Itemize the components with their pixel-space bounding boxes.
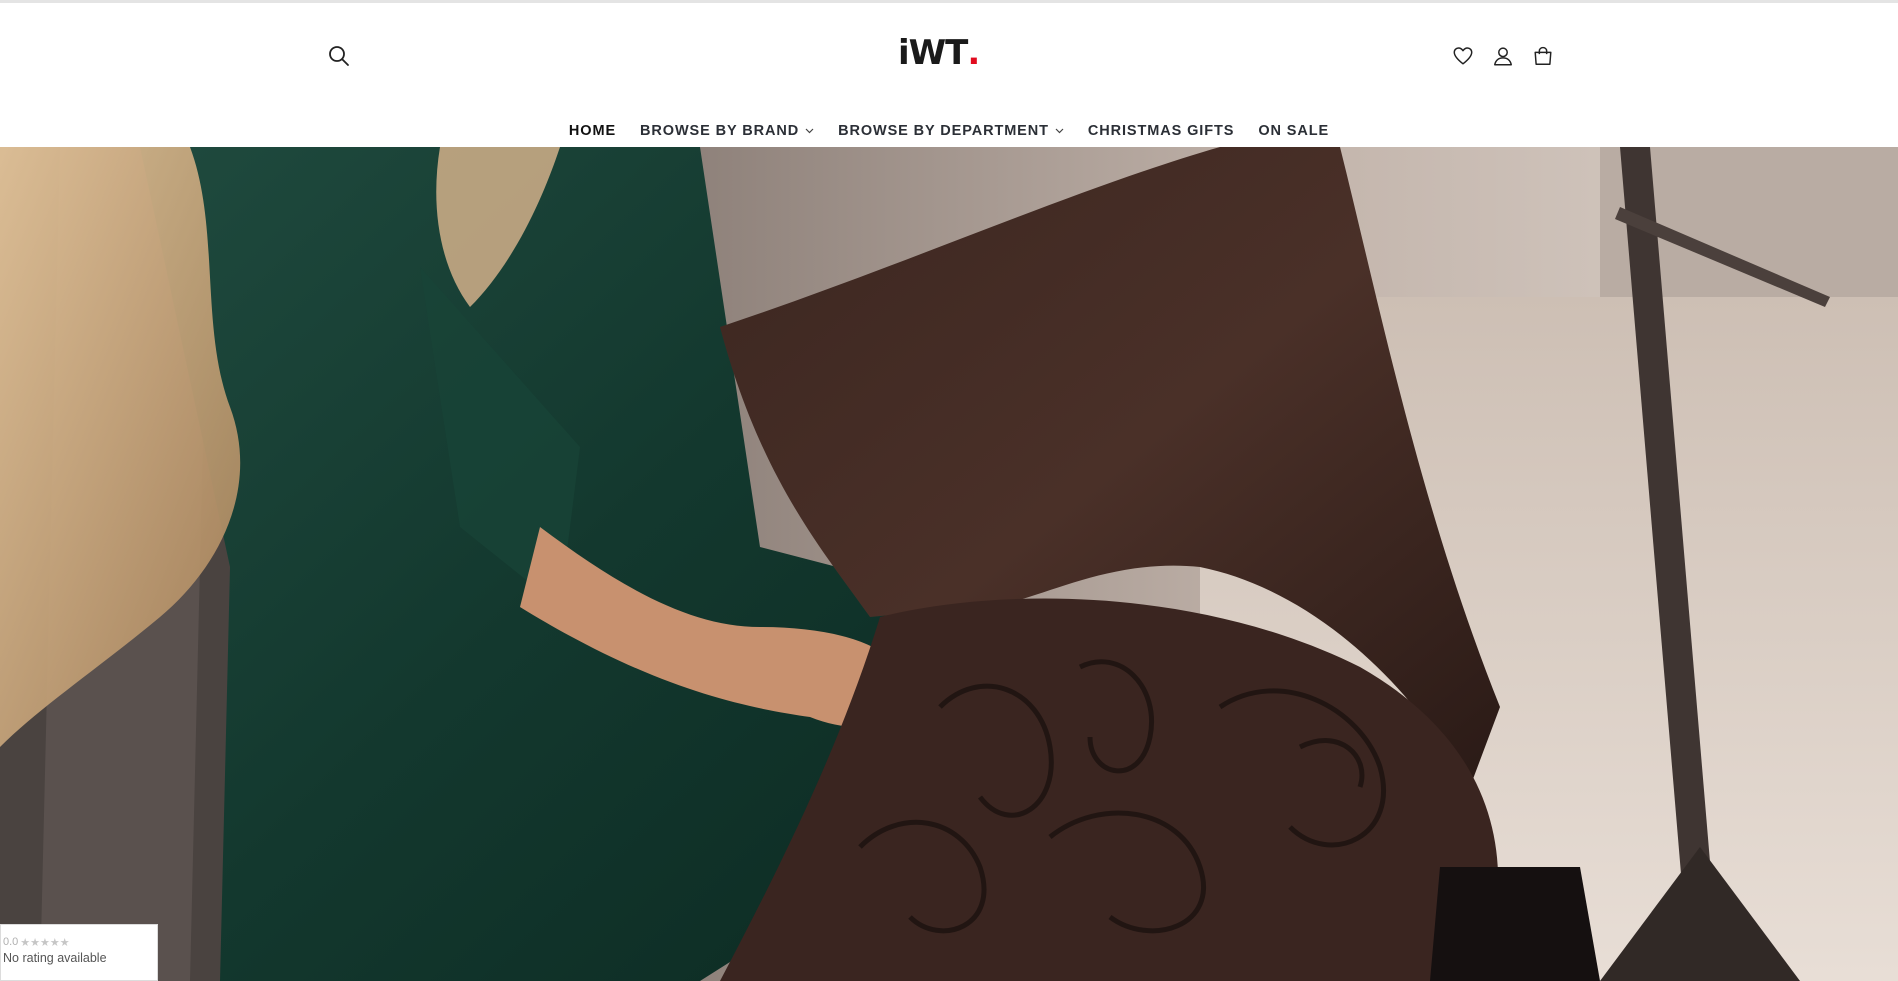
chevron-down-icon — [805, 128, 814, 134]
nav-item-label: HOME — [568, 123, 617, 139]
nav-item-label: BROWSE BY DEPARTMENT — [838, 123, 1049, 139]
rating-widget[interactable]: 0.0 ★★★★★ No rating available — [0, 924, 158, 981]
shopping-bag-icon — [1532, 45, 1554, 72]
nav-item-on-sale[interactable]: ON SALE — [1258, 123, 1329, 139]
chevron-down-icon — [1055, 128, 1064, 134]
site-header: iWT. HOME BROWSE BY BRAND BROWSE BY DEPA… — [0, 3, 1898, 147]
cart-button[interactable] — [1528, 43, 1558, 73]
nav-item-label: CHRISTMAS GIFTS — [1087, 123, 1235, 139]
logo-text: iWT — [898, 33, 968, 73]
site-logo[interactable]: iWT. — [898, 33, 980, 77]
nav-item-browse-by-brand[interactable]: BROWSE BY BRAND — [640, 123, 814, 139]
nav-item-label: ON SALE — [1258, 123, 1330, 139]
nav-item-christmas-gifts[interactable]: CHRISTMAS GIFTS — [1088, 123, 1234, 139]
hero-banner[interactable] — [0, 147, 1898, 981]
heart-icon — [1452, 45, 1474, 72]
account-button[interactable] — [1488, 43, 1518, 73]
rating-text: No rating available — [3, 951, 107, 965]
main-navigation: HOME BROWSE BY BRAND BROWSE BY DEPARTMEN… — [0, 115, 1898, 147]
wishlist-button[interactable] — [1448, 43, 1478, 73]
star-rating-icon: ★★★★★ — [20, 936, 70, 949]
nav-item-home[interactable]: HOME — [569, 123, 616, 139]
header-actions — [1448, 43, 1558, 73]
logo-dot: . — [967, 33, 981, 73]
nav-item-label: BROWSE BY BRAND — [640, 123, 800, 139]
rating-score-row: 0.0 ★★★★★ — [3, 935, 155, 949]
rating-score: 0.0 — [3, 936, 19, 948]
search-icon — [328, 45, 350, 72]
nav-item-browse-by-department[interactable]: BROWSE BY DEPARTMENT — [838, 123, 1064, 139]
hero-image — [0, 147, 1898, 981]
user-icon — [1492, 45, 1514, 72]
search-button[interactable] — [324, 43, 354, 73]
